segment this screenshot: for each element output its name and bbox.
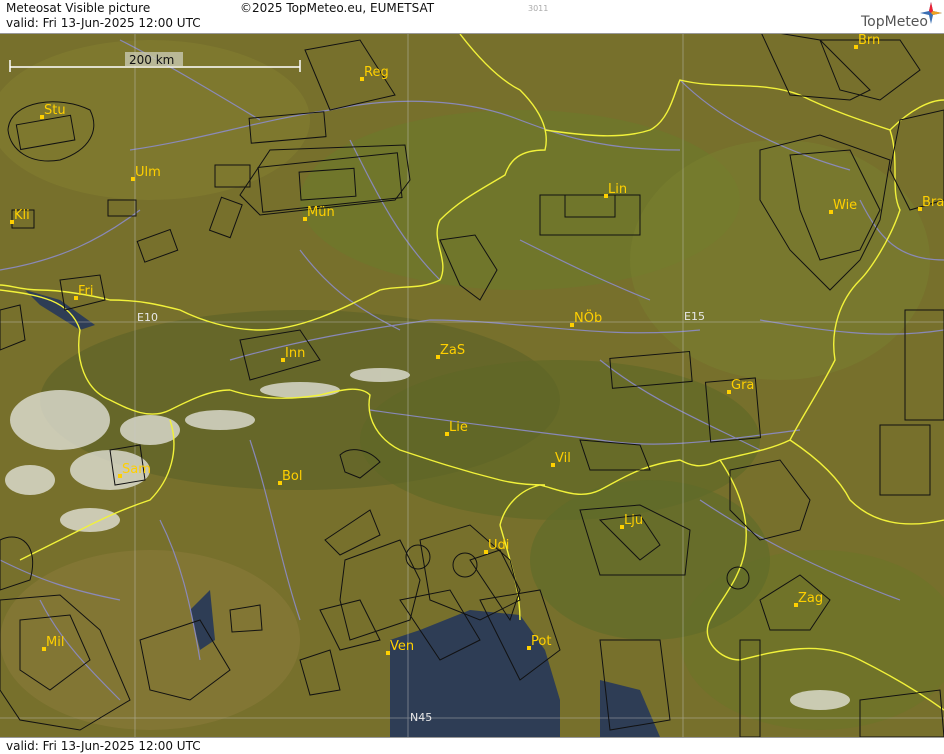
city-label: Zag [798,591,823,606]
city-label: Mün [307,205,335,220]
footer-bar: valid: Fri 13-Jun-2025 12:00 UTC [0,737,944,754]
city-label: Bol [282,469,302,484]
valid-time: valid: Fri 13-Jun-2025 12:00 UTC [6,16,201,30]
city-label: ZaS [440,343,465,358]
picture-title: Meteosat Visible picture [6,1,151,15]
header-bar: Meteosat Visible picture valid: Fri 13-J… [0,0,944,34]
scale-label: 200 km [129,53,174,67]
latitude-label-n45: N45 [410,711,432,724]
city-label: Ulm [135,165,161,180]
brand-logo-text: TopMeteo [861,14,928,30]
city-label: Fri [78,284,94,299]
city-label: Bra [922,195,944,210]
footer-valid-time: valid: Fri 13-Jun-2025 12:00 UTC [6,739,201,753]
longitude-label-e10: E10 [137,311,158,324]
city-label: Ven [390,639,414,654]
city-label: Brn [858,34,880,48]
city-label: Lin [608,182,627,197]
city-label: Udi [488,538,509,553]
city-label: Sam [122,462,151,477]
city-label: Pot [531,634,551,649]
city-label: Gra [731,378,754,393]
star-logo-icon [920,2,942,24]
city-label: Mil [46,635,64,650]
city-label: Lie [449,420,468,435]
city-label: Wie [833,198,857,213]
city-label: Inn [285,346,305,361]
image-code: 3011 [528,4,549,13]
city-label: Lju [624,513,643,528]
satellite-map[interactable]: 200 km E10 E15 N45 Reg Brn Stu Ulm Mün Lin Wie… [0,29,944,738]
copyright: ©2025 TopMeteo.eu, EUMETSAT [240,1,435,15]
city-label: Reg [364,65,389,80]
city-label: Vil [555,451,571,466]
longitude-label-e15: E15 [684,310,705,323]
city-label: Kli [14,208,30,223]
city-label: Stu [44,103,66,118]
city-label: NÖb [574,309,602,326]
